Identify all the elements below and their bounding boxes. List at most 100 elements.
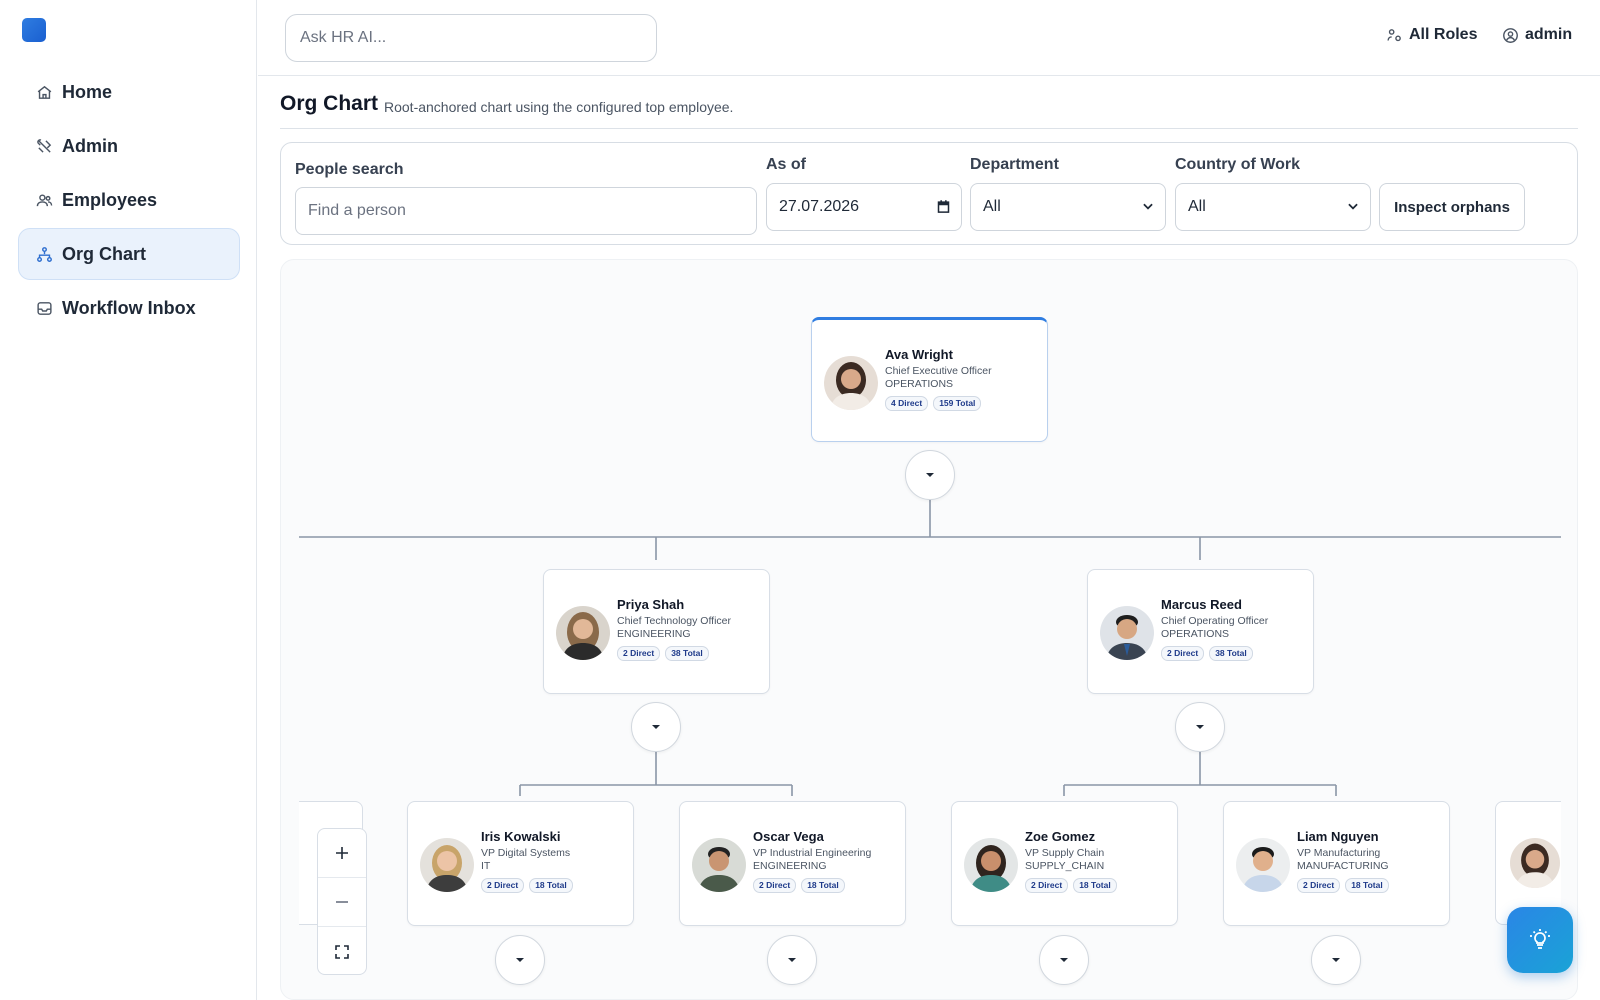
node-info: Priya Shah Chief Technology Officer ENGI… [617,597,731,661]
org-node-level2[interactable]: Zoe Gomez VP Supply Chain SUPPLY_CHAIN 2… [951,801,1178,926]
sidebar-item-home[interactable]: Home [18,66,240,118]
org-node-level1[interactable]: Marcus Reed Chief Operating Officer OPER… [1087,569,1314,694]
org-node-level2[interactable]: Liam Nguyen VP Manufacturing MANUFACTURI… [1223,801,1450,926]
total-count-badge: 159 Total [933,396,982,411]
total-count-badge: 18 Total [1345,878,1389,893]
header-divider [280,128,1578,129]
employee-department: MANUFACTURING [1297,860,1389,872]
tools-icon [35,137,53,155]
org-node-level1[interactable]: Priya Shah Chief Technology Officer ENGI… [543,569,770,694]
country-select[interactable]: All [1175,183,1371,231]
expand-toggle[interactable] [495,935,545,985]
org-node-root[interactable]: Ava Wright Chief Executive Officer OPERA… [811,317,1048,442]
total-count-badge: 38 Total [1209,646,1253,661]
sidebar-item-label: Org Chart [62,243,147,264]
node-info: Zoe Gomez VP Supply Chain SUPPLY_CHAIN 2… [1025,829,1117,893]
employee-department: SUPPLY_CHAIN [1025,860,1105,872]
sidebar-item-label: Home [62,81,113,102]
zoom-in-button[interactable] [318,829,366,878]
user-menu[interactable]: admin [1502,26,1572,44]
direct-count-badge: 2 Direct [481,878,525,893]
zoom-controls [317,828,367,975]
node-info: Marcus Reed Chief Operating Officer OPER… [1161,597,1268,661]
filter-panel: People search As of 27.07.2026 Departmen… [280,142,1578,245]
ai-assistant-button[interactable] [1507,907,1573,973]
direct-count-badge: 2 Direct [1297,878,1341,893]
plus-icon [336,847,348,859]
employee-department: ENGINEERING [753,860,827,872]
caret-down-icon [1060,958,1068,962]
node-info: Iris Kowalski VP Digital Systems IT 2 Di… [481,829,573,893]
as-of-date-input[interactable]: 27.07.2026 [766,183,962,231]
department-value: All [983,198,1001,215]
app-logo[interactable] [22,18,46,42]
sidebar-item-workflow-inbox[interactable]: Workflow Inbox [18,282,240,334]
employee-department: OPERATIONS [885,378,954,390]
chevron-down-icon [1346,199,1360,218]
org-chart-canvas[interactable]: › Ava Wright Chief Executive Officer OPE… [280,259,1578,1000]
employee-name: Marcus Reed [1161,597,1242,612]
node-info: Liam Nguyen VP Manufacturing MANUFACTURI… [1297,829,1389,893]
total-count-badge: 18 Total [529,878,573,893]
employee-title: VP Digital Systems [481,847,571,859]
employee-title: Chief Technology Officer [617,615,732,627]
minus-icon [336,901,348,903]
employee-title: VP Manufacturing [1297,847,1381,859]
sidebar-item-admin[interactable]: Admin [18,120,240,172]
caret-down-icon [788,958,796,962]
employee-department: OPERATIONS [1161,628,1230,640]
sidebar-item-employees[interactable]: Employees [18,174,240,226]
expand-toggle[interactable] [1175,702,1225,752]
employee-title: VP Supply Chain [1025,847,1105,859]
total-count-badge: 38 Total [665,646,709,661]
direct-count-badge: 2 Direct [1025,878,1069,893]
people-search-label: People search [295,161,404,178]
fullscreen-icon [335,944,349,959]
caret-down-icon [1332,958,1340,962]
people-search-field[interactable] [295,187,757,235]
employee-title: Chief Executive Officer [885,365,992,377]
expand-toggle[interactable] [767,935,817,985]
node-info: Ava Wright Chief Executive Officer OPERA… [885,347,992,411]
lightbulb-icon [1530,929,1550,949]
roles-icon [1387,28,1401,41]
department-label: Department [970,156,1059,173]
direct-count-badge: 2 Direct [617,646,661,661]
expand-toggle[interactable] [1039,935,1089,985]
expand-toggle[interactable] [905,450,955,500]
sidebar-item-org-chart[interactable]: Org Chart [18,228,240,280]
caret-down-icon [1196,725,1204,729]
roles-selector[interactable]: All Roles [1386,26,1477,44]
direct-count-badge: 4 Direct [885,396,929,411]
user-icon [1503,27,1518,43]
inbox-icon [35,299,53,317]
sidebar-item-label: Admin [62,135,118,156]
employee-name: Iris Kowalski [481,829,561,844]
caret-down-icon [516,958,524,962]
page-subtitle: Root-anchored chart using the configured… [384,99,734,115]
org-node-level2[interactable]: Iris Kowalski VP Digital Systems IT 2 Di… [407,801,634,926]
employee-title: VP Industrial Engineering [753,847,872,859]
employee-name: Zoe Gomez [1025,829,1096,844]
fit-view-button[interactable] [318,927,366,976]
user-label: admin [1525,26,1573,43]
employee-name: Oscar Vega [753,829,824,844]
org-chart-icon [35,245,53,263]
sidebar: Home Admin Employees Org Chart Workflow … [0,0,257,1000]
ask-hr-ai-input[interactable] [285,14,657,62]
top-bar: All Roles admin [258,0,1600,76]
sidebar-nav: Home Admin Employees Org Chart Workflow … [18,66,240,336]
org-node-level2[interactable]: Oscar Vega VP Industrial Engineering ENG… [679,801,906,926]
people-search-input[interactable] [308,202,744,220]
as-of-label: As of [766,156,806,173]
avatar [556,606,610,660]
inspect-orphans-button[interactable]: Inspect orphans [1379,183,1525,231]
zoom-out-button[interactable] [318,878,366,927]
expand-toggle[interactable] [1311,935,1361,985]
avatar [692,838,746,892]
department-select[interactable]: All [970,183,1166,231]
avatar [420,838,474,892]
country-value: All [1188,198,1206,215]
calendar-icon[interactable] [936,199,951,219]
expand-toggle[interactable] [631,702,681,752]
